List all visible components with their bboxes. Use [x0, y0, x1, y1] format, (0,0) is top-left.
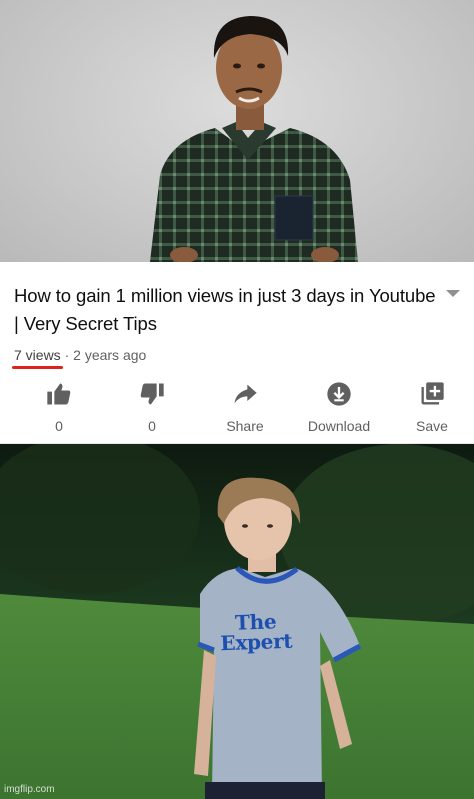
like-button[interactable]: 0: [14, 374, 104, 434]
save-label: Save: [416, 418, 448, 434]
video-info-panel: How to gain 1 million views in just 3 da…: [0, 262, 474, 444]
share-label: Share: [226, 418, 264, 434]
expand-description-icon[interactable]: [446, 290, 460, 297]
red-underline: [12, 366, 63, 369]
save-playlist-icon: [421, 382, 444, 405]
download-button[interactable]: Download: [294, 374, 384, 434]
shirt-print-line2: Expert: [220, 628, 293, 656]
share-icon: [234, 384, 257, 404]
save-button[interactable]: Save: [387, 374, 474, 434]
dislike-count: 0: [148, 418, 156, 434]
view-count: 7 views: [12, 347, 63, 369]
like-count: 0: [55, 418, 63, 434]
expert-photo: The Expert: [0, 444, 474, 799]
video-meta: 7 views · 2 years ago: [12, 347, 147, 369]
thumbs-down-icon: [140, 383, 164, 405]
download-label: Download: [307, 418, 371, 434]
share-button[interactable]: Share: [200, 374, 290, 434]
presenter-image: [150, 16, 358, 262]
action-bar: 0 0 Share Download Save: [0, 374, 474, 434]
thumbs-up-icon: [47, 383, 71, 405]
shirt-print: The Expert: [205, 609, 306, 656]
video-thumbnail[interactable]: [0, 0, 474, 262]
upload-age: 2 years ago: [73, 347, 147, 363]
meta-separator: ·: [60, 347, 74, 363]
dislike-button[interactable]: 0: [107, 374, 197, 434]
view-count-text: 7 views: [14, 347, 61, 363]
imgflip-watermark: imgflip.com: [4, 784, 55, 795]
download-icon: [327, 382, 351, 406]
video-title[interactable]: How to gain 1 million views in just 3 da…: [14, 282, 444, 338]
